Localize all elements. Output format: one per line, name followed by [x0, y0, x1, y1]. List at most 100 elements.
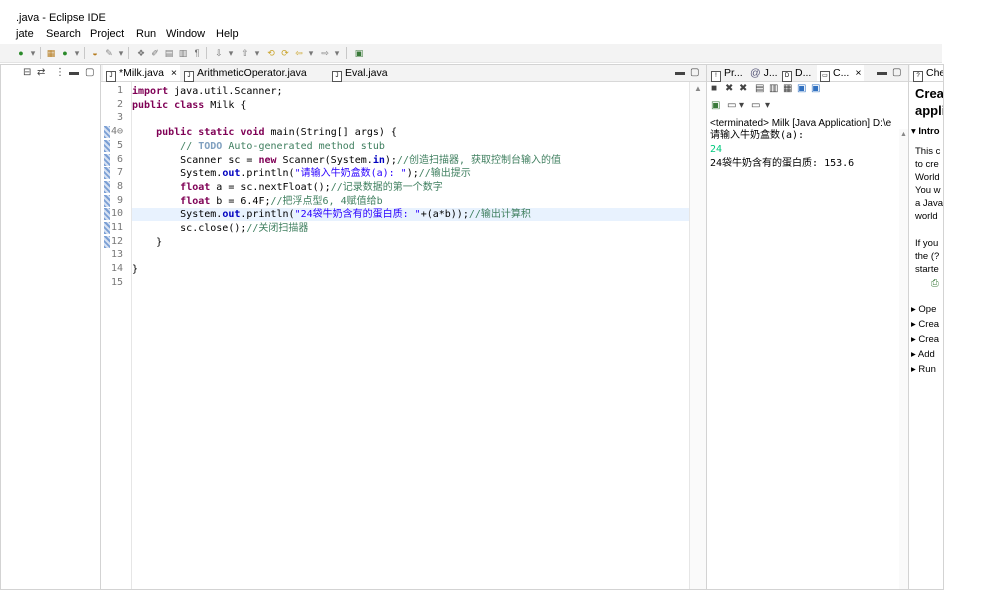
scroll-up-icon[interactable]: ▲ — [694, 84, 702, 93]
dropdown-arrow-icon[interactable]: ▾ — [332, 48, 342, 58]
dropdown-arrow-icon[interactable]: ▾ — [28, 48, 38, 58]
menu-help[interactable]: Help — [216, 28, 239, 40]
tab-declaration[interactable]: D D... — [779, 65, 814, 82]
dropdown-arrow-icon[interactable]: ▾ — [306, 48, 316, 58]
remove-launch-icon[interactable]: ✖ — [725, 83, 733, 94]
tab-javadoc[interactable]: @ J... — [747, 65, 781, 81]
minimize-icon[interactable]: ▬ — [675, 67, 685, 78]
menu-window[interactable]: Window — [166, 28, 205, 40]
change-marker — [104, 126, 110, 139]
minimize-icon[interactable]: ▬ — [877, 67, 887, 78]
line-number: 3 — [116, 112, 123, 124]
help-icon[interactable]: ⎙ — [931, 277, 939, 290]
code-line[interactable] — [132, 112, 689, 125]
change-marker — [104, 222, 110, 234]
code-line[interactable]: sc.close();//关闭扫描器 — [132, 222, 689, 235]
menu-project[interactable]: Project — [90, 28, 124, 40]
cheat-sheet-step[interactable]: ▸ Run — [911, 363, 936, 376]
scroll-lock-icon[interactable]: ▥ — [769, 83, 778, 94]
code-line[interactable]: public class Milk { — [132, 99, 689, 112]
remove-all-icon[interactable]: ✖ — [739, 83, 747, 94]
code-line[interactable]: System.out.println("24袋牛奶含有的蛋白质: "+(a*b)… — [132, 208, 689, 221]
terminate-icon[interactable]: ■ — [711, 83, 717, 94]
minimize-icon[interactable]: ▬ — [69, 67, 79, 78]
code-line[interactable]: // TODO Auto-generated method stub — [132, 140, 689, 153]
next-annotation-icon[interactable]: ⇩ — [214, 48, 224, 58]
scroll-up-icon[interactable]: ▲ — [900, 131, 907, 138]
close-icon[interactable]: × — [171, 67, 177, 79]
code-line[interactable]: float a = sc.nextFloat();//记录数据的第一个数字 — [132, 181, 689, 194]
new-icon[interactable]: ● — [16, 48, 26, 58]
forward-icon[interactable]: ⇨ — [320, 48, 330, 58]
maximize-icon[interactable]: ▢ — [892, 67, 901, 78]
code-line[interactable]: } — [132, 263, 689, 276]
dropdown-arrow-icon[interactable]: ▾ — [116, 48, 126, 58]
show-on-error-icon[interactable]: ▣ — [811, 83, 820, 94]
search-icon[interactable]: ✎ — [104, 48, 114, 58]
tab-label: ArithmeticOperator.java — [197, 67, 307, 79]
close-icon[interactable]: × — [855, 67, 861, 79]
code-line[interactable]: Scanner sc = new Scanner(System.in);//创造… — [132, 154, 689, 167]
code-line[interactable]: System.out.println("请输入牛奶盒数(a): ");//输出提… — [132, 167, 689, 180]
cheat-sheet-step[interactable]: ▸ Add — [911, 348, 935, 361]
open-perspective-icon[interactable]: ▣ — [354, 48, 364, 58]
tab-problems[interactable]: ! Pr... — [708, 65, 746, 82]
display-console-icon[interactable]: ▭ — [727, 100, 736, 111]
maximize-icon[interactable]: ▢ — [690, 67, 699, 78]
editor-vertical-scrollbar[interactable]: ▲ — [689, 82, 707, 589]
code-line[interactable] — [132, 277, 689, 290]
maximize-icon[interactable]: ▢ — [85, 67, 94, 78]
code-line[interactable] — [132, 249, 689, 262]
show-on-output-icon[interactable]: ▣ — [797, 83, 806, 94]
cheat-sheet-step[interactable]: ▸ Crea — [911, 318, 939, 331]
dropdown-arrow-icon[interactable]: ▾ — [72, 48, 82, 58]
code-token: import — [132, 86, 169, 97]
show-whitespace-icon[interactable]: ▥ — [178, 48, 188, 58]
menu-navigate[interactable]: jate — [16, 28, 34, 40]
annotation-icon[interactable]: ❖ — [136, 48, 146, 58]
code-token: Auto-generated method stub — [222, 140, 385, 152]
mark-occurrences-icon[interactable]: ✐ — [150, 48, 160, 58]
cheat-sheet-step[interactable]: ▸ Ope — [911, 303, 936, 316]
intro-text-line: This c — [915, 146, 941, 157]
dropdown-arrow-icon[interactable]: ▾ — [252, 48, 262, 58]
tab-cheat-sheets[interactable]: ? Che — [910, 65, 943, 82]
block-selection-icon[interactable]: ▤ — [164, 48, 174, 58]
dropdown-arrow-icon[interactable]: ▾ — [739, 100, 744, 111]
tab-arithmetic-operator-java[interactable]: J ArithmeticOperator.java — [181, 65, 310, 82]
clear-console-icon[interactable]: ▤ — [755, 83, 764, 94]
collapse-all-icon[interactable]: ⊟ — [23, 67, 31, 78]
open-console-icon[interactable]: ▭ — [751, 100, 760, 111]
run-debug-icon[interactable]: ● — [60, 48, 70, 58]
cheat-sheet-step[interactable]: ▸ Crea — [911, 333, 939, 346]
code-token: //输出计算积 — [468, 209, 531, 221]
forward-edit-icon[interactable]: ⟳ — [280, 48, 290, 58]
menu-search[interactable]: Search — [46, 28, 81, 40]
pin-console-icon[interactable]: ▣ — [711, 100, 720, 111]
code-line[interactable]: } — [132, 236, 689, 249]
prev-annotation-icon[interactable]: ⇧ — [240, 48, 250, 58]
open-task-icon[interactable]: ◒ — [90, 48, 100, 58]
code-line[interactable]: float b = 6.4F;//把浮点型6, 4赋值给b — [132, 195, 689, 208]
dropdown-arrow-icon[interactable]: ▾ — [226, 48, 236, 58]
console-vertical-scrollbar[interactable]: ▲ — [899, 129, 908, 589]
open-type-icon[interactable]: ▦ — [46, 48, 56, 58]
code-token: class — [174, 99, 205, 111]
tab-milk-java[interactable]: J *Milk.java × — [103, 65, 180, 82]
dropdown-arrow-icon[interactable]: ▾ — [765, 100, 770, 111]
menu-run[interactable]: Run — [136, 28, 156, 40]
word-wrap-icon[interactable]: ▦ — [783, 83, 792, 94]
link-editor-icon[interactable]: ⇄ — [37, 67, 45, 78]
view-menu-icon[interactable]: ⋮ — [55, 67, 65, 78]
tab-eval-java[interactable]: J Eval.java — [329, 65, 391, 82]
tab-console[interactable]: ▭ C... × — [817, 65, 865, 82]
section-intro[interactable]: ▾ Intro — [911, 125, 940, 138]
code-token: TODO — [198, 140, 223, 152]
paragraph-icon[interactable]: ¶ — [192, 48, 202, 58]
javadoc-icon: @ — [750, 67, 764, 79]
back-icon[interactable]: ⇦ — [294, 48, 304, 58]
last-edit-icon[interactable]: ⟲ — [266, 48, 276, 58]
code-line[interactable]: public static void main(String[] args) { — [132, 126, 689, 139]
code-line[interactable]: import java.util.Scanner; — [132, 85, 689, 98]
